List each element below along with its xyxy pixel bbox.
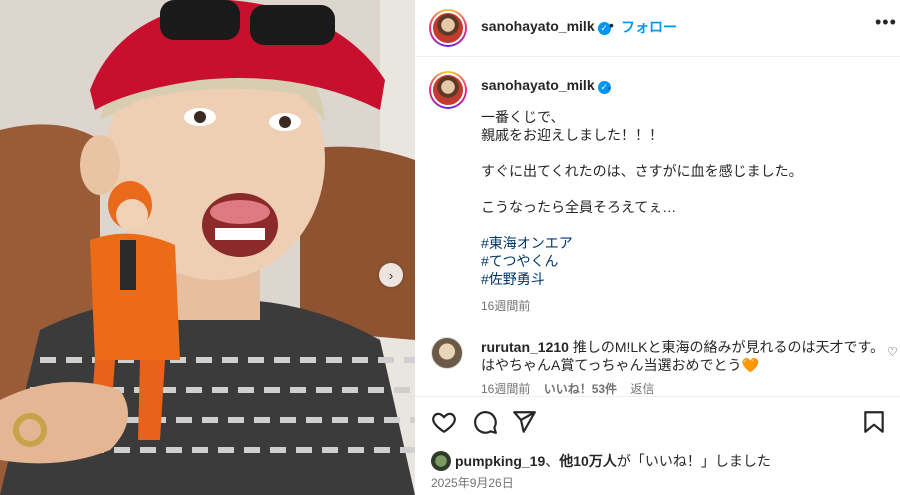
follow-button[interactable]: フォロー	[621, 17, 677, 37]
commenter-avatar[interactable]	[431, 337, 463, 369]
bookmark-icon[interactable]	[861, 409, 887, 435]
more-options-icon[interactable]: •••	[875, 12, 897, 33]
comment-text: はやちゃんA賞てっちゃん当選おめでとう	[481, 357, 742, 373]
post-panel: sanohayato_milk ✓ • フォロー ••• sanohayato_m…	[415, 0, 900, 495]
liked-by-others[interactable]: 他10万人	[559, 453, 617, 469]
author-username[interactable]: sanohayato_milk ✓	[481, 18, 611, 35]
comment: rurutan_1210 推しのM!LKと東海の絡みが見れるのは天才です。 はや…	[481, 338, 891, 374]
caption-line: 一番くじで、	[481, 109, 565, 125]
post-date[interactable]: 2025年9月26日	[431, 474, 514, 491]
liked-by-suffix: が「いいね！」しました	[616, 453, 771, 469]
caption-timestamp[interactable]: 16週間前	[481, 297, 530, 314]
hashtag-link[interactable]: #東海オンエア	[481, 234, 881, 252]
caption-trailing: .	[607, 76, 611, 92]
caption-line: すぐに出てくれたのは、さすがに血を感じました。	[481, 163, 803, 179]
caption-username[interactable]: sanohayato_milk ✓	[481, 77, 611, 94]
comment-text: 推しのM!LKと東海の絡みが見れるのは天才です。	[572, 339, 885, 355]
reply-button[interactable]: 返信	[630, 382, 654, 396]
heart-icon[interactable]	[431, 409, 457, 435]
author-username-text[interactable]: sanohayato_milk	[481, 18, 595, 34]
caption-text: 一番くじで、 親戚をお迎えしました！！！ すぐに出てくれたのは、さすがに血を感じ…	[481, 108, 881, 306]
author-avatar[interactable]	[429, 9, 467, 47]
caption-avatar[interactable]	[429, 71, 467, 109]
comment-timestamp[interactable]: 16週間前	[481, 382, 530, 396]
caption-username-text[interactable]: sanohayato_milk	[481, 77, 595, 93]
post-header: sanohayato_milk ✓ • フォロー •••	[415, 0, 900, 57]
liked-by-separator: 、	[545, 453, 560, 469]
comment-like-icon[interactable]: ♡	[887, 345, 898, 359]
caption-line: こうなったら全員そろえてぇ…	[481, 199, 677, 215]
comment-likes[interactable]: いいね！53件	[544, 382, 617, 396]
liked-by: pumpking_19、他10万人が「いいね！」しました	[431, 451, 771, 471]
separator-dot: •	[609, 17, 614, 33]
action-bar	[415, 396, 900, 448]
liker-username[interactable]: pumpking_19	[455, 453, 545, 469]
next-image-button[interactable]: ›	[379, 263, 403, 287]
hashtag-link[interactable]: #佐野勇斗	[481, 270, 881, 288]
commenter-username[interactable]: rurutan_1210	[481, 339, 569, 355]
orange-heart-emoji: 🧡	[741, 357, 759, 373]
comment-meta: 16週間前 いいね！53件 返信	[481, 380, 664, 397]
caption-line: 親戚をお迎えしました！！！	[481, 127, 663, 143]
post-image[interactable]: ›	[0, 0, 415, 495]
share-icon[interactable]	[511, 409, 537, 435]
liker-avatar[interactable]	[431, 451, 451, 471]
comment-icon[interactable]	[472, 409, 498, 435]
photo-illustration	[0, 0, 415, 495]
hashtag-link[interactable]: #てつやくん	[481, 252, 881, 270]
